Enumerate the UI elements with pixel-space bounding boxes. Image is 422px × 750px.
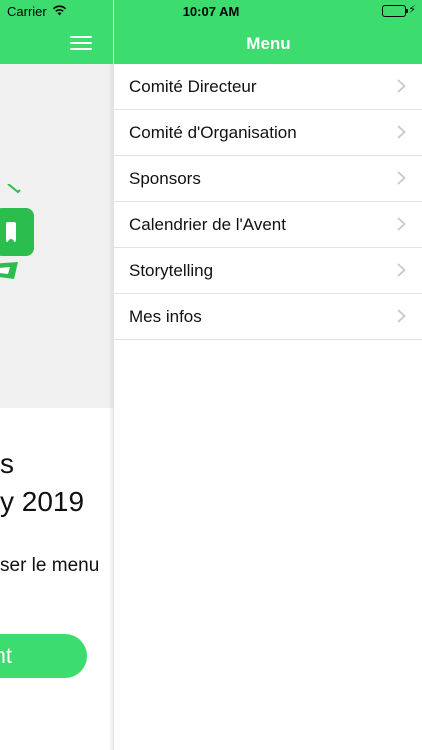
menu-item-label: Comité d'Organisation bbox=[129, 123, 297, 142]
chevron-right-icon bbox=[397, 79, 406, 93]
menu-list: Comité Directeur Comité d'Organisation S… bbox=[114, 64, 422, 340]
battery-icon bbox=[382, 5, 408, 17]
menu-item-label: Mes infos bbox=[129, 307, 202, 326]
chevron-right-icon bbox=[397, 125, 406, 139]
menu-item-storytelling[interactable]: Storytelling bbox=[114, 248, 422, 294]
status-time: 10:07 AM bbox=[182, 4, 240, 19]
menu-item-comite-organisation[interactable]: Comité d'Organisation bbox=[114, 110, 422, 156]
home-hint-text: ser le menu bbox=[0, 555, 100, 576]
hamburger-icon[interactable] bbox=[70, 36, 92, 51]
home-action-button[interactable]: nt bbox=[0, 634, 87, 678]
side-menu: Menu Comité Directeur Comité d'Organisat… bbox=[113, 0, 422, 750]
home-screen: s y 2019 ser le menu nt bbox=[0, 0, 113, 750]
menu-item-label: Sponsors bbox=[129, 169, 201, 188]
chevron-right-icon bbox=[397, 263, 406, 277]
menu-title: Menu bbox=[246, 34, 291, 53]
home-title-line1: s bbox=[0, 448, 14, 479]
chevron-right-icon bbox=[397, 171, 406, 185]
menu-item-comite-directeur[interactable]: Comité Directeur bbox=[114, 64, 422, 110]
home-hero-image bbox=[0, 64, 113, 408]
charging-icon: ⚡ bbox=[408, 4, 416, 16]
menu-item-label: Calendrier de l'Avent bbox=[129, 215, 286, 234]
menu-item-label: Comité Directeur bbox=[129, 77, 257, 96]
menu-item-sponsors[interactable]: Sponsors bbox=[114, 156, 422, 202]
chevron-right-icon bbox=[397, 309, 406, 323]
menu-item-mes-infos[interactable]: Mes infos bbox=[114, 294, 422, 340]
logo-icon bbox=[0, 184, 34, 279]
menu-item-calendrier-avent[interactable]: Calendrier de l'Avent bbox=[114, 202, 422, 248]
menu-item-label: Storytelling bbox=[129, 261, 214, 280]
status-bar: Carrier 10:07 AM ⚡ bbox=[0, 0, 422, 22]
chevron-right-icon bbox=[397, 217, 406, 231]
home-title-line2: y 2019 bbox=[0, 486, 85, 517]
